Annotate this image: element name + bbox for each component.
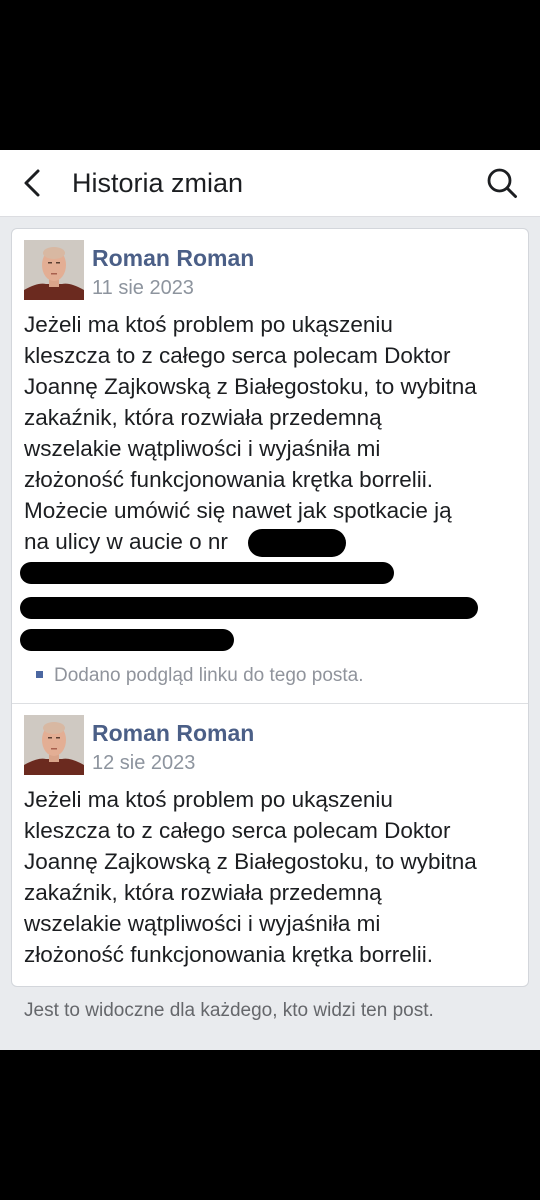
avatar[interactable] [24, 715, 84, 775]
chevron-left-icon[interactable] [18, 168, 48, 198]
post-date: 12 sie 2023 [92, 752, 196, 774]
post-text: Jeżeli ma ktoś problem po ukąszeniu kles… [24, 787, 477, 967]
redaction-bar [248, 529, 346, 557]
top-bar: Historia zmian [0, 150, 540, 217]
bullet-icon [36, 671, 43, 678]
post-text: Jeżeli ma ktoś problem po ukąszeniu kles… [24, 312, 477, 554]
history-entry: Roman Roman 12 sie 2023 Jeżeli ma ktoś p… [12, 704, 528, 986]
visibility-note: Jest to widoczne dla każdego, kto widzi … [24, 1000, 434, 1021]
page-title: Historia zmian [72, 168, 244, 198]
avatar[interactable] [24, 240, 84, 300]
author-name[interactable]: Roman Roman [92, 243, 254, 273]
history-entry: Roman Roman 11 sie 2023 Jeżeli ma ktoś p… [12, 229, 528, 704]
author-name[interactable]: Roman Roman [92, 718, 254, 748]
redaction-bar [20, 562, 394, 584]
history-card: Roman Roman 11 sie 2023 Jeżeli ma ktoś p… [11, 228, 529, 987]
edit-history-screen: Historia zmian Roman Roman 11 sie 2023 J… [0, 150, 540, 1050]
edit-note: Dodano podgląd linku do tego posta. [54, 665, 364, 686]
post-date: 11 sie 2023 [92, 277, 194, 299]
redaction-bar [20, 629, 234, 651]
redaction-bar [20, 597, 478, 619]
search-icon[interactable] [486, 167, 518, 199]
